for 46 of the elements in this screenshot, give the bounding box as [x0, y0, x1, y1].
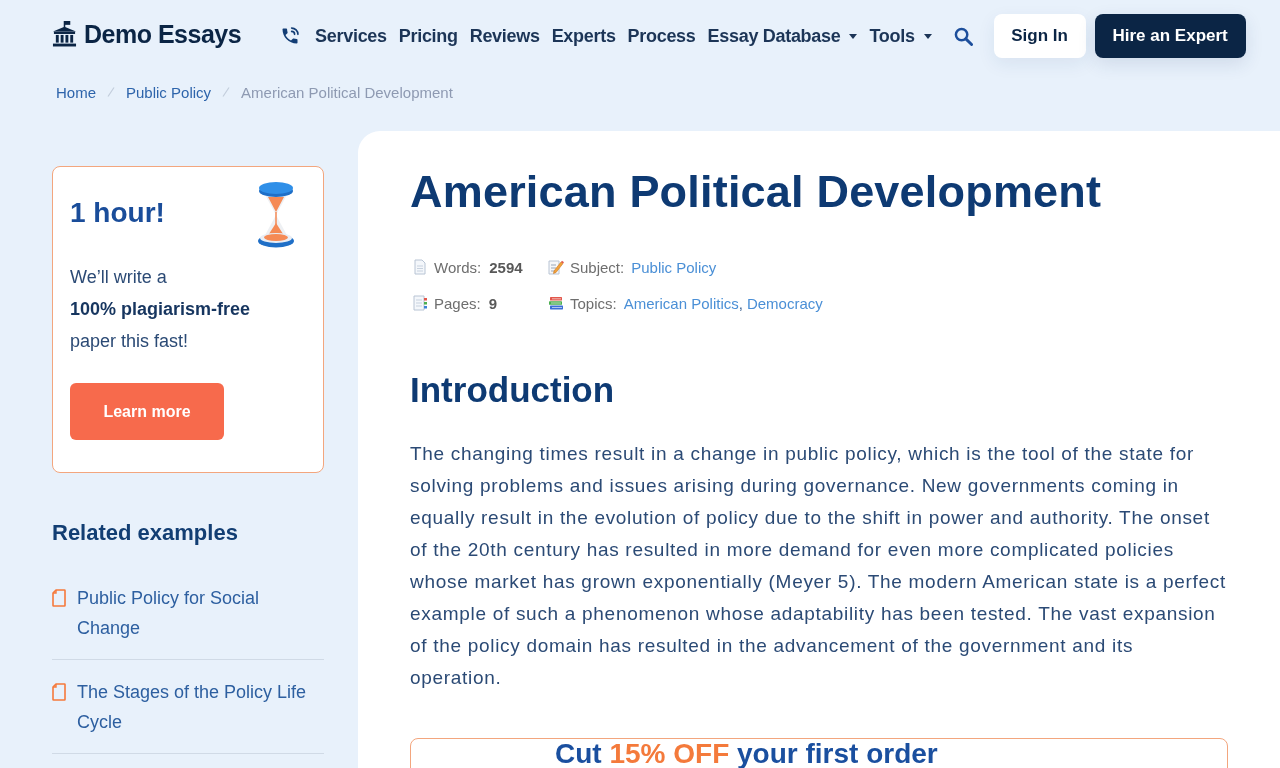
logo-text[interactable]: Demo Essays — [84, 19, 242, 49]
search-icon[interactable] — [953, 26, 973, 46]
breadcrumb-link[interactable]: Public Policy — [126, 83, 212, 101]
document-icon — [52, 683, 66, 701]
document-icon — [52, 589, 66, 607]
breadcrumb-separator-icon — [222, 87, 231, 97]
phone-icon[interactable] — [280, 26, 301, 46]
sign-in-button[interactable]: Sign In — [993, 14, 1086, 58]
logo-building-icon[interactable] — [52, 19, 77, 47]
hourglass-icon — [256, 179, 296, 249]
related-example-link[interactable]: The Stages of the Policy Life Cycle — [77, 677, 324, 737]
nav-link[interactable]: Experts — [551, 25, 616, 47]
meta-link[interactable]: Democracy — [746, 294, 823, 312]
promo-title: 1 hour! — [70, 196, 165, 230]
breadcrumb-current: American Political Development — [241, 83, 453, 101]
caret-icon — [923, 33, 932, 39]
bookmark-tabs-icon — [412, 295, 428, 311]
breadcrumb-separator-icon — [107, 87, 115, 97]
related-example-link[interactable]: Public Policy for Social Change — [77, 583, 324, 643]
article-title: American Political Development — [410, 166, 1103, 218]
page-icon — [412, 259, 428, 275]
offer-text: Cut 15% OFF your first order — [555, 741, 939, 766]
meta-label: Topics: — [570, 294, 617, 312]
hire-expert-button[interactable]: Hire an Expert — [1094, 14, 1246, 58]
meta-label: Words: — [434, 258, 482, 276]
caret-icon — [849, 33, 858, 39]
related-examples-heading: Related examples — [52, 519, 239, 547]
meta-value: 2594 — [489, 258, 523, 276]
meta-value: 9 — [488, 294, 498, 312]
nav-link[interactable]: Process — [627, 25, 696, 47]
nav-link[interactable]: Pricing — [398, 25, 458, 47]
meta-link[interactable]: American Politics — [623, 294, 739, 312]
meta-link[interactable]: Public Policy — [631, 258, 717, 276]
promo-text: We’ll write a 100% plagiarism-free paper this fast! — [70, 266, 252, 353]
nav-link[interactable]: Essay Database — [707, 25, 858, 47]
nav-link[interactable]: Reviews — [469, 25, 540, 47]
memo-pencil-icon — [548, 259, 564, 275]
meta-separator: , — [738, 294, 743, 312]
meta-label: Pages: — [434, 294, 481, 312]
nav-link[interactable]: Tools — [869, 25, 932, 47]
books-icon — [548, 295, 564, 311]
meta-label: Subject: — [570, 258, 625, 276]
breadcrumb-link[interactable]: Home — [56, 83, 96, 101]
nav-link[interactable]: Services — [315, 25, 387, 47]
section-heading: Introduction — [410, 369, 616, 411]
article-paragraph: The changing times result in a change in public policy, which is the tool of the state for solving problems and issues arising during governance. New governments coming in equally result in the evolution of policy due to the shift in power and authority. The onset of the 20th century has resulted in more demand for even more complicated policies whose market has grown exponentially (Meyer 5). The modern American state is a perfect example of such a phenomenon whose adaptability has been tested. The vast expansion of the policy domain has resulted in the advancement of the government and its operation. — [410, 442, 1227, 690]
